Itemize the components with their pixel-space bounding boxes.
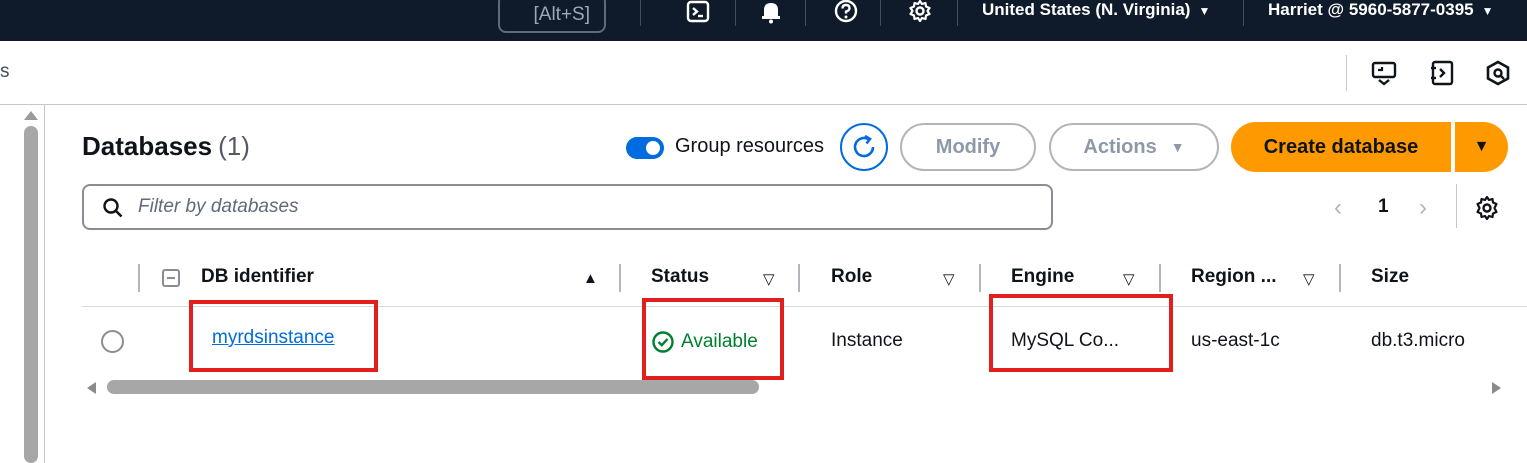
refresh-button[interactable] (840, 123, 888, 171)
previous-page-icon[interactable]: ‹ (1334, 194, 1342, 222)
column-divider[interactable] (138, 264, 140, 292)
modify-button[interactable]: Modify (900, 123, 1036, 171)
row-select-radio[interactable] (101, 330, 124, 353)
topbar-divider (735, 0, 736, 26)
panel-divider (44, 105, 45, 463)
pager-divider (1456, 184, 1457, 228)
caret-down-icon: ▼ (1170, 139, 1185, 155)
subbar-divider (1346, 55, 1347, 91)
sort-icon[interactable]: ▽ (943, 270, 955, 288)
vertical-scrollbar[interactable] (24, 126, 38, 463)
top-navigation-bar: [Alt+S] United States (N. Virginia) ▼ Har… (0, 0, 1527, 41)
refresh-icon (853, 134, 875, 158)
group-resources-label: Group resources (675, 135, 824, 157)
title-text: Databases (82, 131, 213, 161)
region-cell: us-east-1c (1191, 330, 1280, 351)
title-count: (1) (218, 131, 250, 161)
actions-button[interactable]: Actions ▼ (1049, 123, 1219, 171)
column-divider[interactable] (798, 264, 800, 292)
bell-icon[interactable] (758, 0, 784, 24)
column-divider[interactable] (1339, 264, 1341, 292)
column-divider[interactable] (1159, 264, 1161, 292)
page-number[interactable]: 1 (1378, 196, 1389, 218)
column-divider[interactable] (979, 264, 981, 292)
gear-icon[interactable] (907, 0, 933, 24)
create-database-button[interactable]: Create database (1231, 122, 1451, 172)
topbar-divider (640, 0, 641, 26)
search-shortcut-hint: [Alt+S] (533, 4, 591, 25)
scroll-left-arrow[interactable] (87, 382, 96, 394)
topbar-divider (880, 0, 881, 26)
column-header-db-identifier[interactable]: DB identifier (201, 266, 314, 288)
topbar-divider (805, 0, 806, 26)
column-header-size[interactable]: Size (1371, 266, 1409, 288)
highlight-box-identifier (189, 300, 378, 372)
topbar-divider (1243, 0, 1244, 26)
column-header-region[interactable]: Region ... (1191, 266, 1277, 288)
column-header-role[interactable]: Role (831, 266, 872, 288)
table-settings-icon[interactable] (1474, 195, 1500, 221)
filter-input[interactable] (138, 194, 1018, 220)
column-header-engine[interactable]: Engine (1011, 266, 1074, 288)
sort-icon[interactable]: ▽ (1303, 270, 1315, 288)
horizontal-scrollbar[interactable] (107, 380, 759, 394)
create-database-label: Create database (1263, 135, 1419, 158)
help-icon[interactable] (833, 0, 859, 24)
caret-down-icon: ▼ (1473, 138, 1490, 155)
filter-field (82, 184, 1053, 230)
sort-ascending-icon[interactable]: ▲ (583, 270, 598, 287)
sort-icon[interactable]: ▽ (763, 270, 775, 288)
breadcrumb[interactable]: s (0, 61, 10, 83)
scroll-right-arrow[interactable] (1492, 382, 1501, 394)
account-label: Harriet @ 5960-5877-0395 (1268, 0, 1474, 19)
screen-share-icon[interactable] (1370, 59, 1398, 87)
topbar-divider (957, 0, 958, 26)
column-header-status[interactable]: Status (651, 266, 709, 288)
caret-down-icon: ▼ (1198, 4, 1211, 18)
cloudshell-icon[interactable] (685, 0, 711, 24)
account-menu[interactable]: Harriet @ 5960-5877-0395 ▼ (1268, 0, 1494, 20)
size-cell: db.t3.micro (1371, 330, 1465, 351)
highlight-box-status (642, 298, 784, 380)
select-all-checkbox[interactable] (162, 269, 180, 287)
search-icon (103, 198, 123, 218)
group-resources-toggle[interactable] (626, 137, 664, 159)
page-title: Databases (1) (82, 131, 250, 162)
hexagon-icon[interactable] (1484, 59, 1512, 87)
region-selector[interactable]: United States (N. Virginia) ▼ (982, 0, 1210, 20)
sort-icon[interactable]: ▽ (1123, 270, 1135, 288)
region-label: United States (N. Virginia) (982, 0, 1191, 19)
scroll-up-arrow[interactable] (24, 111, 38, 120)
create-database-dropdown[interactable]: ▼ (1455, 122, 1508, 172)
notebook-icon[interactable] (1428, 59, 1456, 87)
actions-label: Actions (1083, 135, 1157, 158)
role-cell: Instance (831, 330, 903, 351)
search-box[interactable]: [Alt+S] (498, 0, 606, 33)
column-divider[interactable] (619, 264, 621, 292)
next-page-icon[interactable]: › (1419, 194, 1427, 222)
caret-down-icon: ▼ (1481, 4, 1494, 18)
modify-label: Modify (935, 135, 1001, 158)
highlight-box-engine (989, 294, 1173, 372)
breadcrumb-bar: s (0, 41, 1527, 105)
